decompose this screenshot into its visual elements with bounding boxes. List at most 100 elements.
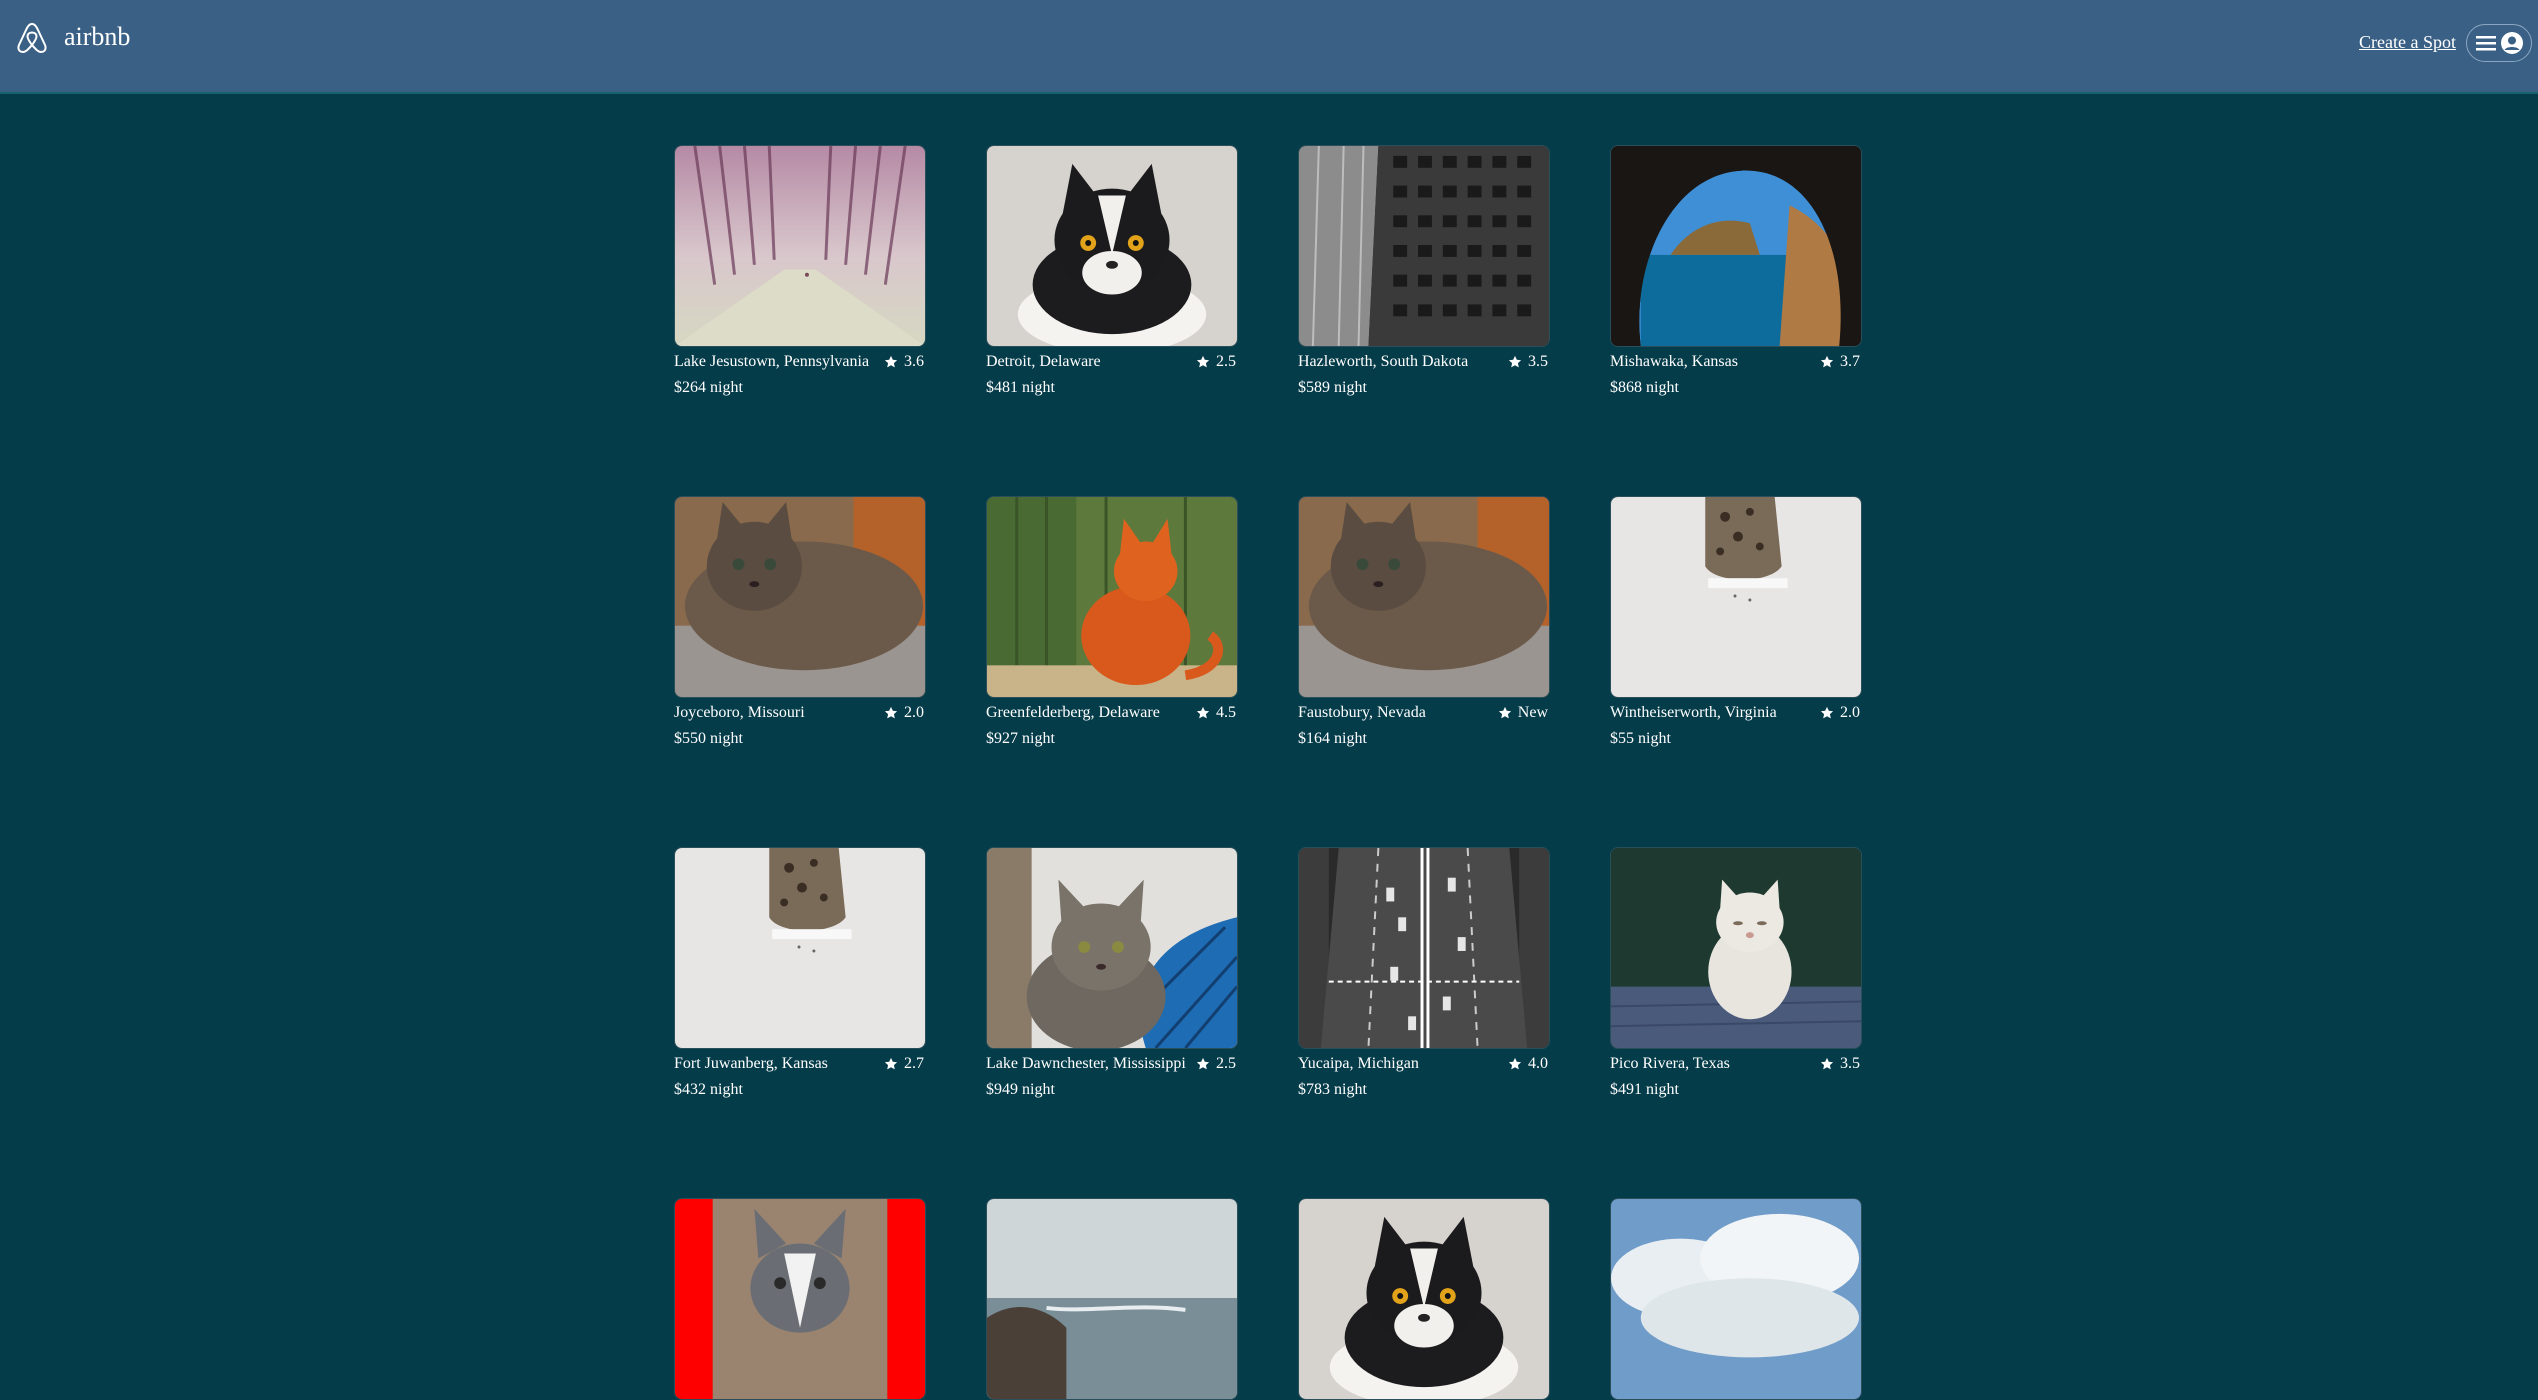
spot-card[interactable] [986,1198,1238,1400]
spot-rating: 3.5 [1820,1055,1862,1073]
rating-value: 3.6 [904,353,924,370]
home-logo-link[interactable]: airbnb [14,18,130,56]
rating-value: 2.7 [904,1055,924,1072]
rating-value: 2.0 [904,704,924,721]
spot-location: Fort Juwanberg, Kansas [674,1055,828,1072]
spot-info-row: Wintheiserworth, Virginia 2.0 [1610,702,1862,724]
rating-value: 3.7 [1840,353,1860,370]
spot-card[interactable]: Yucaipa, Michigan 4.0 $783 night [1298,847,1550,1099]
spot-info-row: Mishawaka, Kansas 3.7 [1610,351,1862,373]
profile-menu-button[interactable] [2466,24,2532,62]
star-icon [884,1057,898,1071]
spot-rating: 3.7 [1820,353,1862,371]
spot-price: $949 night [986,1081,1055,1098]
spot-image[interactable] [986,847,1238,1049]
spot-rating: New [1498,704,1550,722]
create-spot-link[interactable]: Create a Spot [2359,32,2456,53]
spot-info-row: Lake Dawnchester, Mississippi 2.5 [986,1053,1238,1075]
spot-price: $432 night [674,1081,743,1098]
spot-price: $550 night [674,730,743,747]
spot-location: Faustobury, Nevada [1298,704,1426,721]
brand-name: airbnb [64,22,131,51]
spot-location: Greenfelderberg, Delaware [986,704,1160,721]
star-icon [1196,355,1210,369]
star-icon [1196,706,1210,720]
spot-card[interactable] [1298,1198,1550,1400]
spot-price: $783 night [1298,1081,1367,1098]
spot-info-row: Pico Rivera, Texas 3.5 [1610,1053,1862,1075]
spot-card[interactable]: Fort Juwanberg, Kansas 2.7 $432 night [674,847,926,1099]
star-icon [884,706,898,720]
spot-card[interactable]: Wintheiserworth, Virginia 2.0 $55 night [1610,496,1862,748]
spot-location: Lake Jesustown, Pennsylvania [674,353,870,370]
spot-price: $927 night [986,730,1055,747]
star-icon [1820,1057,1834,1071]
spot-price: $264 night [674,379,743,396]
spot-image[interactable] [1298,145,1550,347]
spot-image[interactable] [986,1198,1238,1400]
spot-info-row: Yucaipa, Michigan 4.0 [1298,1053,1550,1075]
spot-image[interactable] [1610,145,1862,347]
rating-value: 2.5 [1216,1055,1236,1072]
spot-card[interactable]: Lake Jesustown, Pennsylvania 3.6 $264 nig… [674,145,926,397]
spot-card[interactable]: Faustobury, Nevada New $164 night [1298,496,1550,748]
spot-location: Hazleworth, South Dakota [1298,353,1469,370]
spot-info-row: Faustobury, Nevada New [1298,702,1550,724]
star-icon [1820,355,1834,369]
spot-rating: 2.5 [1196,1055,1238,1073]
spot-price: $589 night [1298,379,1367,396]
spot-card[interactable]: Pico Rivera, Texas 3.5 $491 night [1610,847,1862,1099]
spot-card[interactable]: Lake Dawnchester, Mississippi 2.5 $949 ni… [986,847,1238,1099]
rating-value: 3.5 [1528,353,1548,370]
spot-image[interactable] [1610,847,1862,1049]
spot-info-row: Lake Jesustown, Pennsylvania 3.6 [674,351,926,373]
spot-rating: 3.5 [1508,353,1550,371]
star-icon [1508,355,1522,369]
spot-price: $481 night [986,379,1055,396]
spot-location: Detroit, Delaware [986,353,1101,370]
spot-rating: 3.6 [884,353,926,371]
spot-info-row: Greenfelderberg, Delaware 4.5 [986,702,1238,724]
user-avatar-icon [2500,32,2523,54]
spot-location: Lake Dawnchester, Mississippi [986,1055,1186,1072]
spot-info-row: Fort Juwanberg, Kansas 2.7 [674,1053,926,1075]
spot-rating: 2.7 [884,1055,926,1073]
spot-card[interactable]: Joyceboro, Missouri 2.0 $550 night [674,496,926,748]
spot-location: Pico Rivera, Texas [1610,1055,1730,1072]
spot-price: $491 night [1610,1081,1679,1098]
spot-card[interactable]: Detroit, Delaware 2.5 $481 night [986,145,1238,397]
spot-image[interactable] [986,145,1238,347]
spot-card[interactable] [1610,1198,1862,1400]
spot-rating: 4.5 [1196,704,1238,722]
spot-image[interactable] [1610,496,1862,698]
spot-card[interactable]: Greenfelderberg, Delaware 4.5 $927 night [986,496,1238,748]
spot-info-row: Hazleworth, South Dakota 3.5 [1298,351,1550,373]
spot-image[interactable] [674,145,926,347]
spot-location: Mishawaka, Kansas [1610,353,1738,370]
rating-value: 2.5 [1216,353,1236,370]
spot-location: Wintheiserworth, Virginia [1610,704,1777,721]
hamburger-menu-icon [2475,36,2496,51]
spot-info-row: Detroit, Delaware 2.5 [986,351,1238,373]
spot-image[interactable] [1610,1198,1862,1400]
spot-price: $868 night [1610,379,1679,396]
spot-location: Yucaipa, Michigan [1298,1055,1419,1072]
spot-price: $164 night [1298,730,1367,747]
spot-image[interactable] [674,1198,926,1400]
spot-location: Joyceboro, Missouri [674,704,805,721]
spot-image[interactable] [674,847,926,1049]
spot-card[interactable]: Hazleworth, South Dakota 3.5 $589 night [1298,145,1550,397]
spot-info-row: Joyceboro, Missouri 2.0 [674,702,926,724]
star-icon [1820,706,1834,720]
spot-rating: 2.0 [1820,704,1862,722]
spot-card[interactable]: Mishawaka, Kansas 3.7 $868 night [1610,145,1862,397]
rating-value: 4.5 [1216,704,1236,721]
spot-image[interactable] [674,496,926,698]
spot-card[interactable] [674,1198,926,1400]
spot-image[interactable] [1298,496,1550,698]
rating-value: 2.0 [1840,704,1860,721]
star-icon [1508,1057,1522,1071]
spot-image[interactable] [1298,847,1550,1049]
spot-image[interactable] [1298,1198,1550,1400]
spot-image[interactable] [986,496,1238,698]
